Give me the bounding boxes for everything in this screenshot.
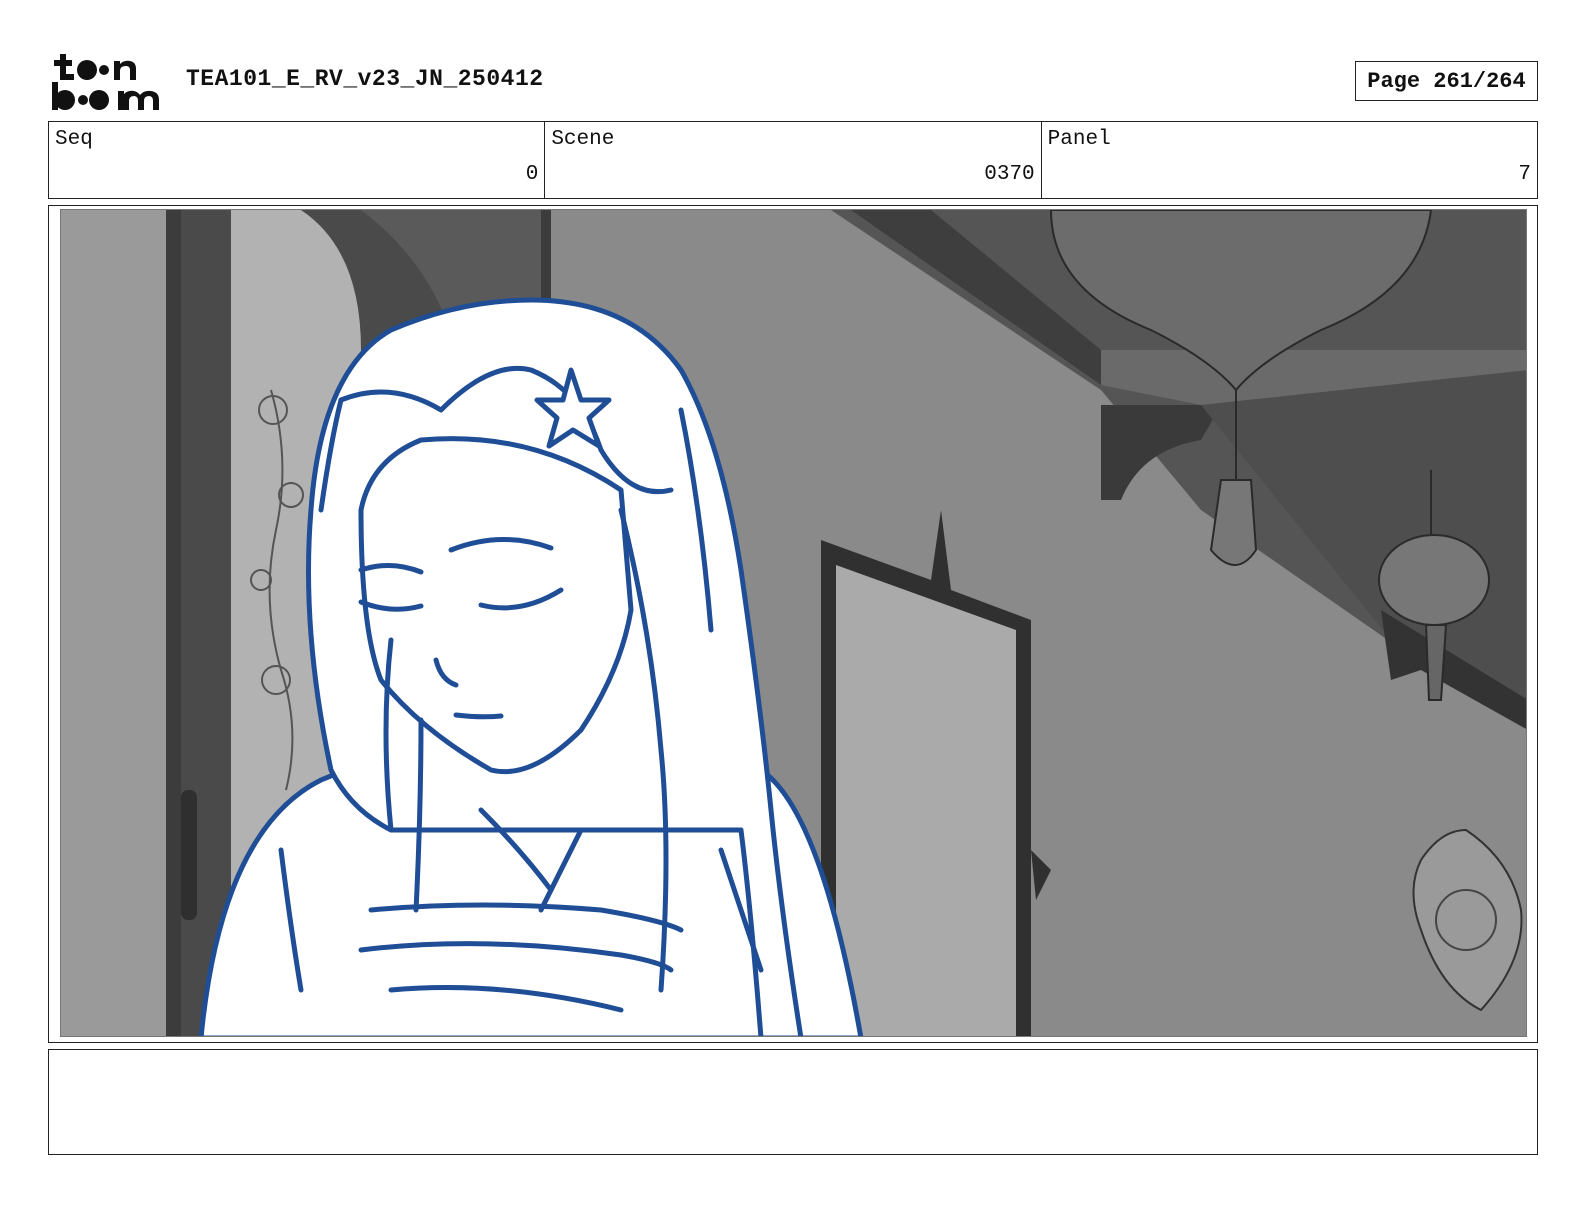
panel-value: 7 xyxy=(1518,163,1531,186)
page-number: Page 261/264 xyxy=(1355,61,1538,101)
info-row: Seq 0 Scene 0370 Panel 7 xyxy=(48,121,1538,199)
seq-label: Seq xyxy=(55,128,93,151)
panel-label: Panel xyxy=(1047,128,1111,151)
scene-value: 0370 xyxy=(984,163,1035,186)
panel-cell: Panel 7 xyxy=(1040,122,1537,198)
scene-label: Scene xyxy=(551,128,615,151)
toon-boom-logo xyxy=(50,50,166,112)
seq-value: 0 xyxy=(525,163,539,186)
storyboard-drawing xyxy=(60,209,1527,1037)
notes-box xyxy=(48,1049,1538,1155)
project-title: TEA101_E_RV_v23_JN_250412 xyxy=(186,66,544,92)
seq-cell: Seq 0 xyxy=(49,122,544,198)
scene-cell: Scene 0370 xyxy=(544,122,1040,198)
